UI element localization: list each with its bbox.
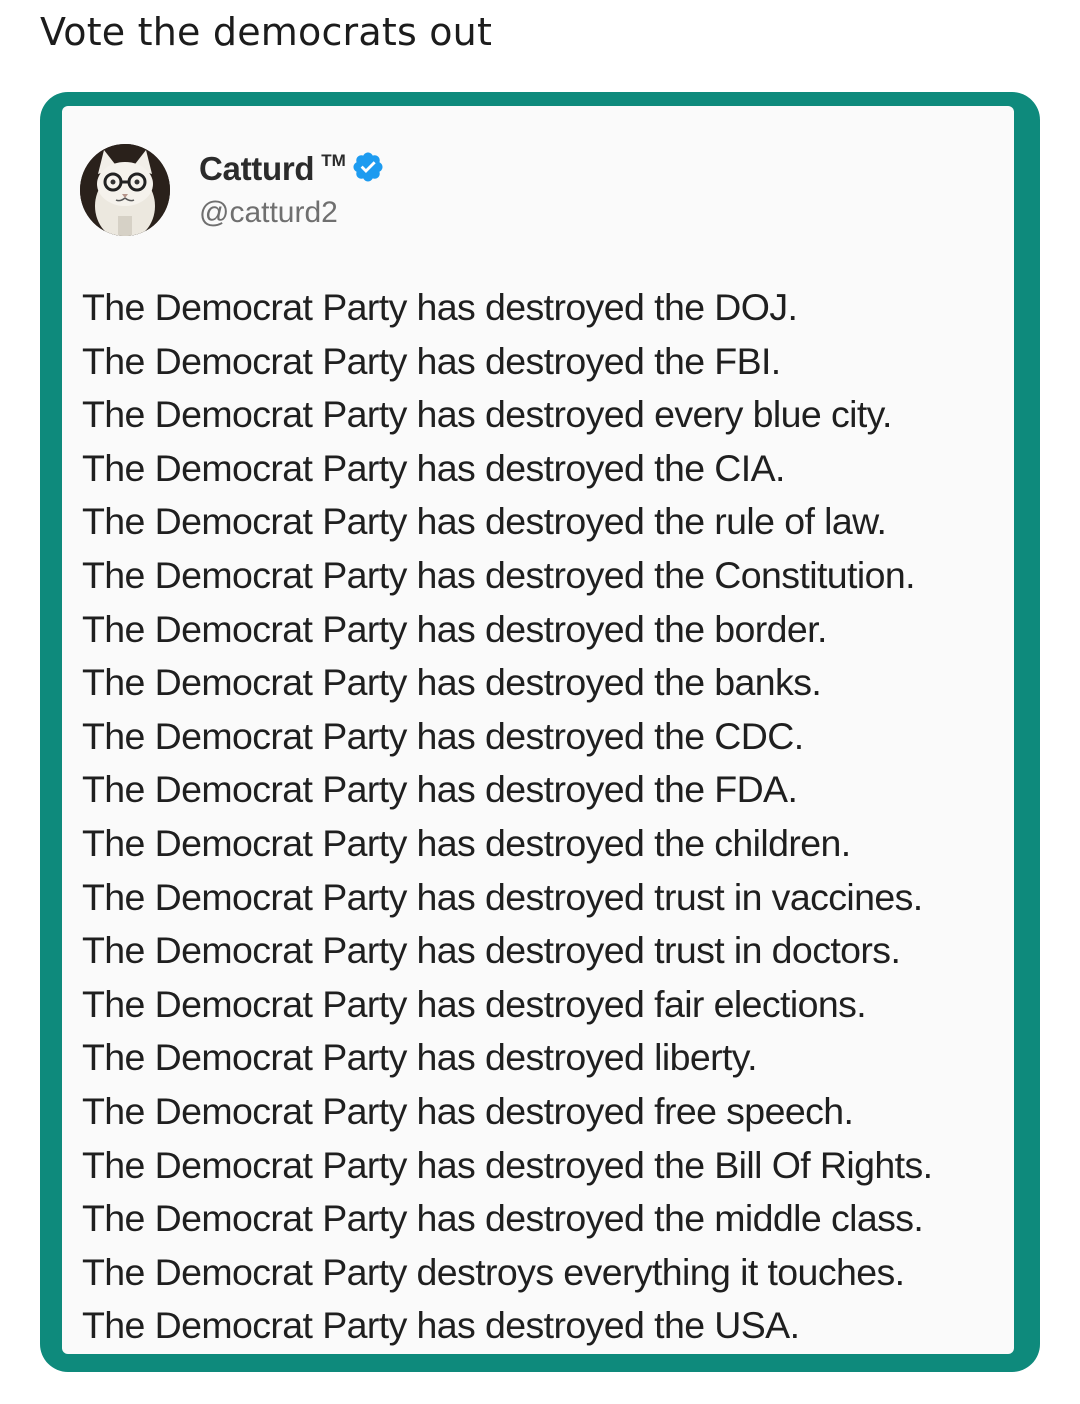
display-name[interactable]: Catturd xyxy=(199,150,315,188)
cat-with-glasses-icon[interactable] xyxy=(80,144,170,236)
tweet-line: The Democrat Party has destroyed the chi… xyxy=(82,821,851,864)
tweet-header: Catturd TM @catturd2 xyxy=(199,146,385,230)
tweet-line: The Democrat Party has destroyed the rul… xyxy=(82,500,887,543)
verified-badge-icon xyxy=(351,150,385,184)
tweet-line: The Democrat Party has destroyed the mid… xyxy=(82,1197,924,1240)
user-handle[interactable]: @catturd2 xyxy=(199,196,385,230)
tweet-line: The Democrat Party has destroyed the DOJ… xyxy=(82,286,798,328)
tweet-line: The Democrat Party has destroyed the FBI… xyxy=(82,339,781,382)
name-row: Catturd TM xyxy=(199,146,385,192)
trademark-mark: TM xyxy=(321,151,346,170)
tweet-line: The Democrat Party destroys everything i… xyxy=(82,1250,905,1293)
tweet-line: The Democrat Party has destroyed free sp… xyxy=(82,1089,854,1132)
tweet-card: Catturd TM @catturd2 The Democrat Party … xyxy=(62,106,1014,1354)
tweet-line: The Democrat Party has destroyed the Bil… xyxy=(82,1143,933,1186)
post-caption: Vote the democrats out xyxy=(40,10,493,54)
tweet-line: The Democrat Party has destroyed every b… xyxy=(82,393,892,436)
tweet-line: The Democrat Party has destroyed the ban… xyxy=(82,661,822,704)
tweet-line: The Democrat Party has destroyed the CIA… xyxy=(82,446,785,489)
tweet-line: The Democrat Party has destroyed fair el… xyxy=(82,982,867,1025)
tweet-line: The Democrat Party has destroyed trust i… xyxy=(82,929,901,972)
tweet-line: The Democrat Party has destroyed the FDA… xyxy=(82,768,798,811)
tweet-line: The Democrat Party has destroyed the bor… xyxy=(82,607,827,650)
tweet-line: The Democrat Party has destroyed liberty… xyxy=(82,1036,758,1079)
tweet-line: The Democrat Party has destroyed the USA… xyxy=(82,1304,800,1347)
tweet-line: The Democrat Party has destroyed the Con… xyxy=(82,553,916,596)
screenshot-frame: Catturd TM @catturd2 The Democrat Party … xyxy=(40,92,1040,1372)
tweet-line: The Democrat Party has destroyed trust i… xyxy=(82,875,923,918)
tweet-body: The Democrat Party has destroyed the DOJ… xyxy=(82,281,1008,1353)
tweet-line: The Democrat Party has destroyed the CDC… xyxy=(82,714,804,757)
